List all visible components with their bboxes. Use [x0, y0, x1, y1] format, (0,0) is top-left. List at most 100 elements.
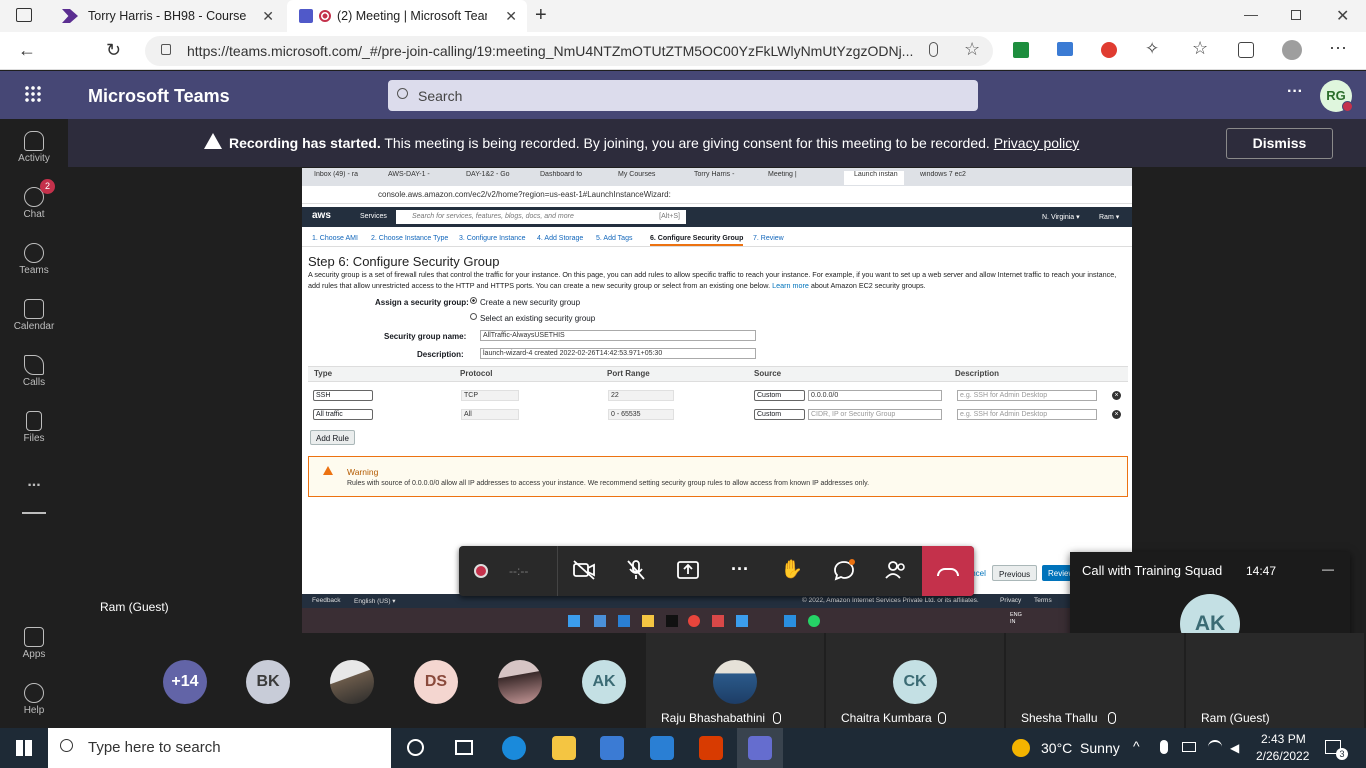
weather-text[interactable]: 30°C Sunny	[1041, 740, 1120, 756]
participant-tile[interactable]: Ram (Guest)	[1186, 633, 1364, 728]
rule-description-input[interactable]: e.g. SSH for Admin Desktop	[957, 409, 1097, 420]
participant-tile[interactable]: Raju Bhashabathini	[646, 633, 824, 728]
browser-menu-icon[interactable]: ···	[1329, 37, 1347, 58]
participant-tile[interactable]: CK Chaitra Kumbara	[826, 633, 1004, 728]
share-screen-icon[interactable]	[675, 559, 701, 583]
step-link[interactable]: 4. Add Storage	[537, 235, 583, 242]
add-rule-button[interactable]: Add Rule	[310, 430, 355, 445]
previous-button[interactable]: Previous	[992, 565, 1038, 581]
step-link[interactable]: 2. Choose Instance Type	[371, 235, 448, 242]
tray-wifi-icon[interactable]	[1208, 740, 1222, 754]
profile-avatar-icon[interactable]	[1282, 40, 1302, 60]
extension-blue-icon[interactable]	[1057, 42, 1073, 56]
restore-icon[interactable]	[1291, 10, 1301, 20]
extension-red-icon[interactable]	[1101, 42, 1117, 58]
feedback-link[interactable]: Feedback	[312, 597, 341, 604]
aws-logo[interactable]: aws	[312, 210, 331, 221]
new-tab-icon[interactable]: +	[535, 4, 547, 27]
participant-avatar[interactable]: AK	[582, 660, 626, 704]
rail-teams[interactable]: Teams	[0, 243, 68, 276]
raise-hand-icon[interactable]: ✋	[779, 559, 805, 583]
step-link-active[interactable]: 6. Configure Security Group	[650, 235, 744, 246]
rail-files[interactable]: Files	[0, 411, 68, 444]
dismiss-button[interactable]: Dismiss	[1226, 128, 1333, 159]
cortana-icon[interactable]	[407, 739, 424, 756]
privacy-link[interactable]: Privacy	[1000, 597, 1021, 604]
participants-icon[interactable]	[883, 559, 909, 583]
tray-chevron-icon[interactable]: ^	[1133, 738, 1140, 754]
participant-avatar[interactable]: DS	[414, 660, 458, 704]
step-link[interactable]: 7. Review	[753, 235, 784, 242]
minimize-icon[interactable]: —	[1244, 6, 1258, 22]
rule-description-input[interactable]: e.g. SSH for Admin Desktop	[957, 390, 1097, 401]
rail-activity[interactable]: Activity	[0, 131, 68, 164]
language-selector[interactable]: English (US) ▾	[354, 597, 396, 605]
close-window-icon[interactable]: ✕	[1336, 6, 1349, 26]
task-view-icon[interactable]	[455, 740, 473, 755]
terms-link[interactable]: Terms	[1034, 597, 1052, 604]
microphone-icon[interactable]	[929, 42, 938, 57]
more-options-icon[interactable]: ···	[1287, 83, 1303, 101]
mic-muted-icon[interactable]	[623, 559, 649, 583]
close-tab-icon[interactable]: ✕	[262, 8, 274, 25]
source-select[interactable]: Custom	[754, 390, 805, 401]
windows-start-icon[interactable]	[16, 740, 32, 756]
taskbar-search-input[interactable]: Type here to search	[48, 728, 391, 768]
extensions-puzzle-icon[interactable]: ✧	[1145, 39, 1159, 59]
aws-search-input[interactable]: Search for services, features, blogs, do…	[396, 210, 686, 224]
remove-rule-icon[interactable]: ×	[1112, 410, 1121, 419]
camera-off-icon[interactable]	[571, 559, 597, 583]
tray-mic-icon[interactable]	[1160, 740, 1168, 754]
participant-photo[interactable]	[330, 660, 374, 704]
extension-green-icon[interactable]	[1013, 42, 1029, 58]
cidr-input[interactable]: CIDR, IP or Security Group	[808, 409, 942, 420]
remove-rule-icon[interactable]: ×	[1112, 391, 1121, 400]
participant-photo[interactable]	[498, 660, 542, 704]
back-icon[interactable]: ←	[18, 40, 36, 61]
clock-date[interactable]: 2/26/2022	[1256, 749, 1309, 763]
search-input[interactable]: Search	[388, 80, 978, 111]
mail-icon[interactable]	[650, 736, 674, 760]
rail-calls[interactable]: Calls	[0, 355, 68, 388]
app-launcher-icon[interactable]	[24, 85, 42, 103]
favorite-star-icon[interactable]: ☆	[964, 39, 980, 60]
refresh-icon[interactable]: ↻	[106, 40, 121, 61]
favorites-icon[interactable]: ☆	[1192, 38, 1208, 59]
learn-more-link[interactable]: Learn more	[772, 281, 809, 290]
rail-help[interactable]: Help	[0, 683, 68, 716]
radio-existing[interactable]	[470, 313, 477, 320]
rail-chat[interactable]: 2 Chat	[0, 179, 68, 220]
file-explorer-icon[interactable]	[552, 736, 576, 760]
tab-actions-icon[interactable]	[16, 8, 32, 22]
rail-more[interactable]: ...	[0, 473, 68, 491]
participant-tile[interactable]: Shesha Thallu	[1006, 633, 1184, 728]
account-menu[interactable]: Ram ▾	[1099, 213, 1119, 221]
close-tab-icon[interactable]: ✕	[505, 8, 517, 25]
rail-calendar[interactable]: Calendar	[0, 299, 68, 332]
step-link[interactable]: 3. Configure Instance	[459, 235, 526, 242]
participant-avatar[interactable]: BK	[246, 660, 290, 704]
browser-tab-course[interactable]: Torry Harris - BH98 - Course ✕	[48, 0, 284, 32]
region-selector[interactable]: N. Virginia ▾	[1042, 213, 1080, 221]
overflow-participants[interactable]: +14	[163, 660, 207, 704]
step-link[interactable]: 1. Choose AMI	[312, 235, 358, 242]
record-icon[interactable]	[474, 564, 488, 578]
description-input[interactable]: launch-wizard-4 created 2022-02-26T14:42…	[480, 348, 756, 359]
tray-volume-icon[interactable]: ◀	[1230, 741, 1239, 755]
step-link[interactable]: 5. Add Tags	[596, 235, 632, 242]
store-icon[interactable]	[600, 736, 624, 760]
services-menu[interactable]: Services	[360, 213, 387, 220]
tray-battery-icon[interactable]	[1182, 742, 1196, 752]
url-field[interactable]: https://teams.microsoft.com/_#/pre-join-…	[145, 36, 993, 66]
radio-create[interactable]	[470, 297, 477, 304]
type-select[interactable]: SSH	[313, 390, 373, 401]
leave-call-button[interactable]	[922, 546, 974, 596]
office-icon[interactable]	[699, 736, 723, 760]
edge-icon[interactable]	[502, 736, 526, 760]
sg-name-input[interactable]: AllTraffic-AlwaysUSETHIS	[480, 330, 756, 341]
privacy-policy-link[interactable]: Privacy policy	[994, 135, 1080, 151]
minimize-icon[interactable]: —	[1322, 562, 1334, 576]
chat-icon[interactable]	[831, 559, 857, 583]
more-actions-icon[interactable]: ···	[727, 559, 753, 583]
type-select[interactable]: All traffic	[313, 409, 373, 420]
